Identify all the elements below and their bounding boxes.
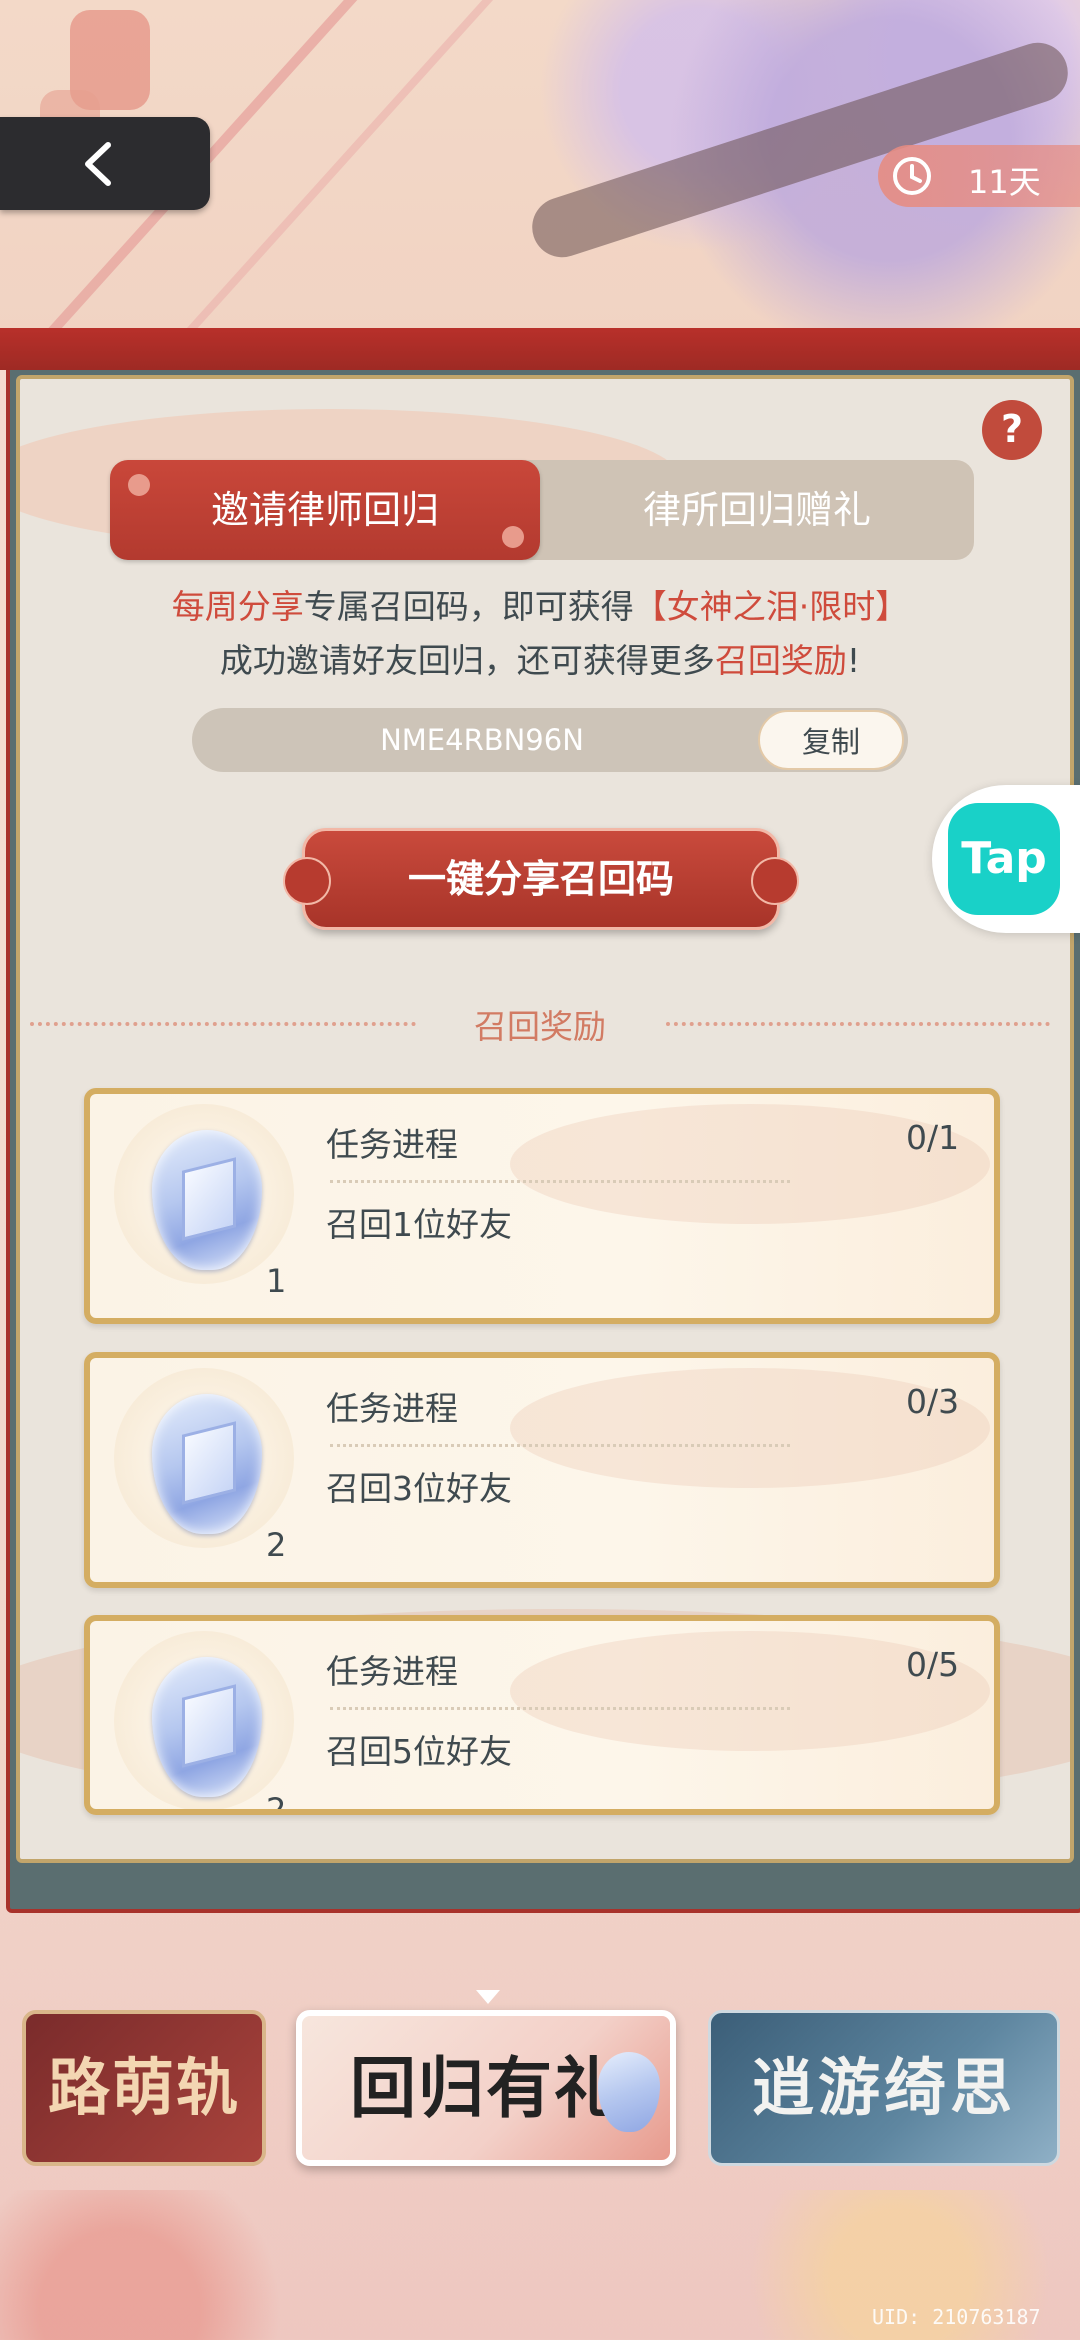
- flower-icon: [502, 526, 524, 548]
- task-progress: 0/3: [906, 1382, 960, 1421]
- recall-code: NME4RBN96N: [380, 723, 584, 757]
- task-description: 召回3位好友: [326, 1469, 512, 1508]
- taptap-logo-icon: Tap: [948, 803, 1060, 915]
- banner-label: 路萌轨: [47, 2051, 240, 2124]
- task-card: 1 任务进程 0/1 召回1位好友: [84, 1088, 1000, 1324]
- banner-return-gift[interactable]: 回归有礼: [296, 2010, 676, 2166]
- task-label: 任务进程: [326, 1389, 458, 1428]
- desc-text: !: [846, 641, 861, 680]
- task-progress: 0/5: [906, 1645, 960, 1684]
- task-description: 召回1位好友: [326, 1205, 512, 1244]
- clock-icon: [893, 157, 931, 195]
- tab-bar: 邀请律师回归 律所回归赠礼: [110, 460, 974, 560]
- task-card: 2 任务进程 0/5 召回5位好友: [84, 1615, 1000, 1815]
- desc-text: 成功邀请好友回归，还可获得更多: [219, 641, 715, 680]
- chevron-left-icon: [85, 142, 111, 186]
- description-line-2: 成功邀请好友回归，还可获得更多召回奖励!: [0, 634, 1080, 682]
- question-mark-icon: ?: [1000, 407, 1024, 451]
- divider: [666, 1022, 1050, 1026]
- reward-count: 1: [266, 1262, 287, 1300]
- back-button[interactable]: [0, 117, 210, 210]
- banner-tiered-pass[interactable]: 逍游绮思: [708, 2010, 1060, 2166]
- flower-icon: [283, 857, 331, 905]
- highlight-text: 召回奖励: [714, 641, 847, 680]
- divider: [330, 1444, 790, 1447]
- flower-icon: [128, 474, 150, 496]
- divider: [330, 1707, 790, 1710]
- event-timer: 11天: [878, 145, 1080, 207]
- help-button[interactable]: ?: [982, 400, 1042, 460]
- flower-icon: [751, 857, 799, 905]
- panel-top-border: [0, 328, 1080, 370]
- task-progress: 0/1: [906, 1118, 960, 1157]
- timer-remaining: 11天: [968, 163, 1041, 201]
- banner-theme-event[interactable]: 路萌轨: [22, 2010, 266, 2166]
- copy-button[interactable]: 复制: [758, 710, 904, 770]
- reward-count: 2: [266, 1526, 287, 1564]
- share-button-label: 一键分享召回码: [407, 857, 674, 901]
- divider: [330, 1180, 790, 1183]
- carousel-indicator: [476, 1990, 500, 2004]
- highlight-text: 每周分享: [171, 587, 304, 626]
- banner-label: 逍游绮思: [751, 2051, 1016, 2124]
- tab-label: 邀请律师回归: [210, 488, 439, 532]
- task-label: 任务进程: [326, 1652, 458, 1691]
- description-line-1: 每周分享专属召回码，即可获得【女神之泪·限时】: [0, 580, 1080, 628]
- recall-code-field: NME4RBN96N 复制: [192, 708, 908, 772]
- reward-count: 2: [266, 1791, 287, 1815]
- share-recall-code-button[interactable]: 一键分享召回码: [283, 828, 799, 930]
- highlight-text: 【女神之泪·限时】: [633, 587, 909, 626]
- tab-label: 律所回归赠礼: [642, 488, 871, 532]
- tab-invite-lawyer[interactable]: 邀请律师回归: [110, 460, 540, 560]
- task-card: 2 任务进程 0/3 召回3位好友: [84, 1352, 1000, 1588]
- task-label: 任务进程: [326, 1125, 458, 1164]
- taptap-floating-button[interactable]: Tap: [932, 785, 1080, 933]
- user-id: UID: 210763187: [872, 2305, 1041, 2329]
- desc-text: 专属召回码，即可获得: [303, 587, 634, 626]
- task-description: 召回5位好友: [326, 1732, 512, 1771]
- tab-return-gift[interactable]: 律所回归赠礼: [540, 460, 974, 560]
